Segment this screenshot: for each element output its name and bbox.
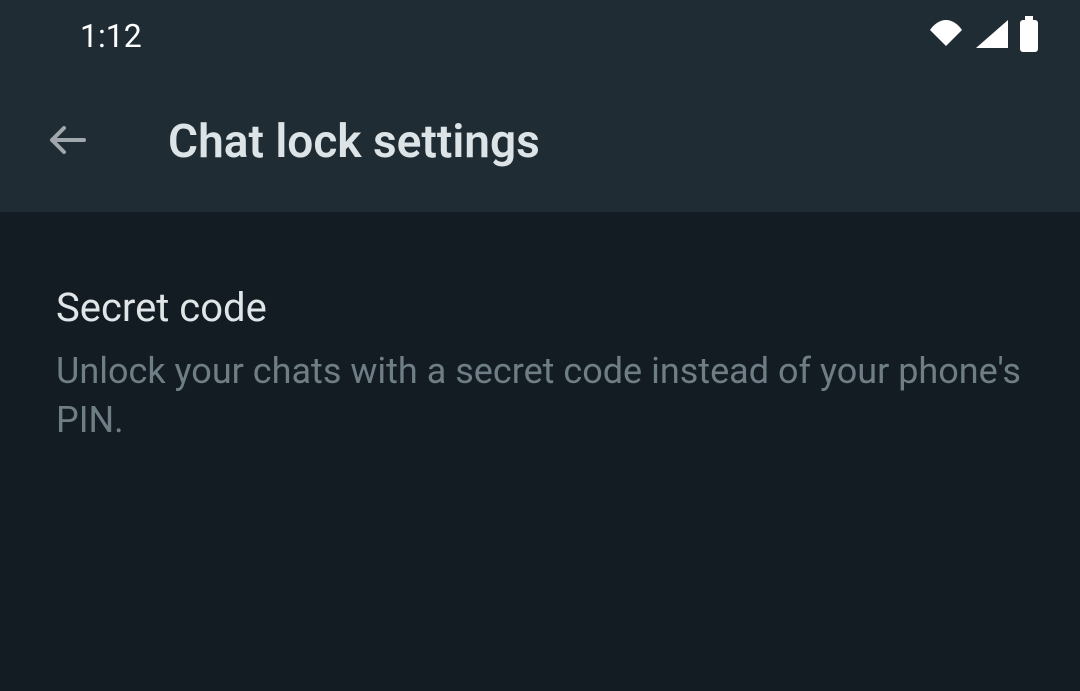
arrow-left-icon <box>44 116 92 168</box>
status-icons <box>926 16 1040 56</box>
content-area: Secret code Unlock your chats with a sec… <box>0 212 1080 444</box>
app-bar: Chat lock settings <box>0 72 1080 212</box>
status-bar: 1:12 <box>0 0 1080 72</box>
cellular-icon <box>974 18 1010 54</box>
secret-code-setting[interactable]: Secret code Unlock your chats with a sec… <box>56 284 1024 444</box>
back-button[interactable] <box>40 114 96 170</box>
wifi-icon <box>926 18 966 54</box>
battery-icon <box>1018 16 1040 56</box>
status-time: 1:12 <box>80 17 142 55</box>
setting-title: Secret code <box>56 284 1024 331</box>
page-title: Chat lock settings <box>168 115 540 169</box>
setting-description: Unlock your chats with a secret code ins… <box>56 347 1024 444</box>
